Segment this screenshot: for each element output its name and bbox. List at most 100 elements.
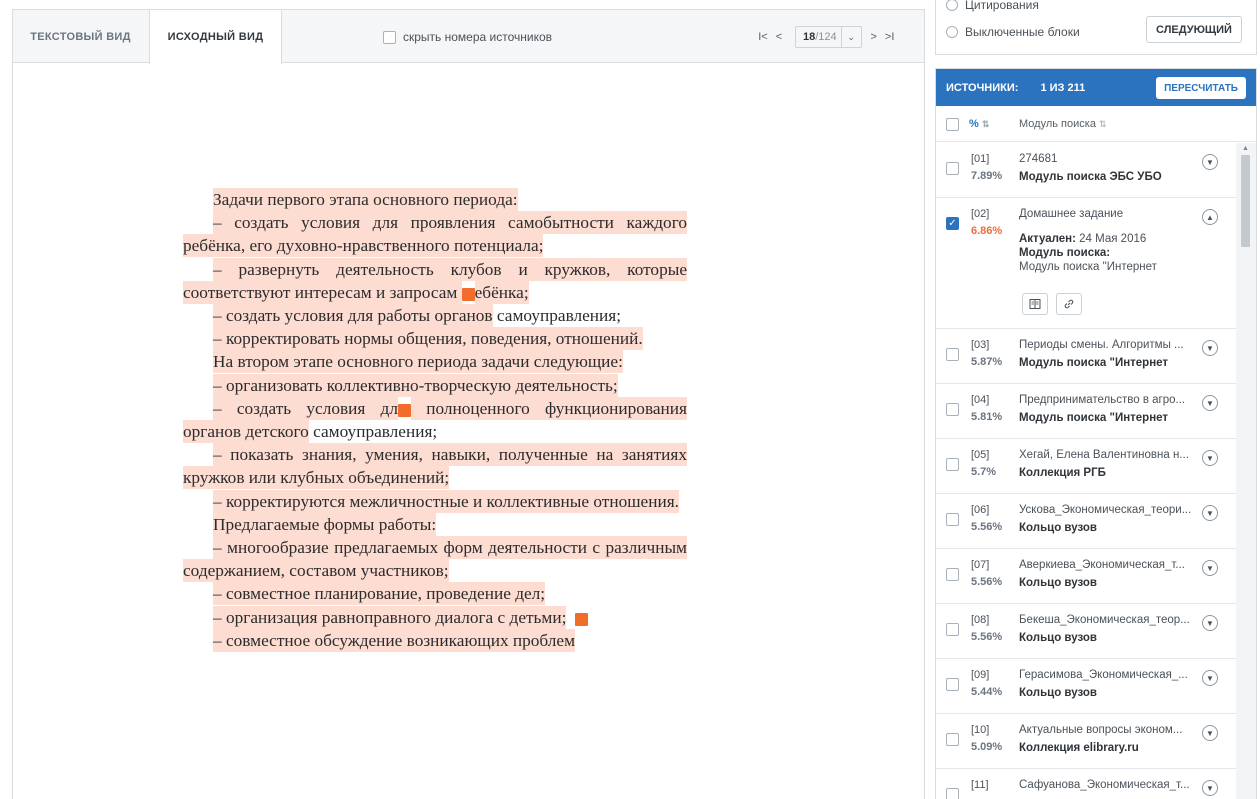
doc-paragraph: – корректировать нормы общения, поведени… [183, 327, 687, 351]
doc-paragraph: На втором этапе основного периода задачи… [183, 350, 687, 374]
select-all-checkbox[interactable] [946, 118, 959, 131]
radio-circle[interactable] [946, 26, 958, 38]
chevron-down-icon[interactable]: ▼ [1202, 725, 1218, 741]
highlighted-text[interactable]: На втором этапе основного периода задачи… [213, 350, 623, 374]
book-icon[interactable] [1022, 293, 1048, 315]
last-page-button[interactable]: >I [882, 31, 898, 43]
source-title[interactable]: Бекеша_Экономическая_теор... [1019, 614, 1197, 626]
page-select[interactable]: 18/124 ⌄ [795, 26, 862, 48]
source-checkbox[interactable] [946, 733, 959, 746]
radio-citations[interactable]: Цитирования [946, 0, 1039, 12]
prev-page-button[interactable]: < [771, 31, 787, 43]
radio-circle[interactable] [946, 0, 958, 11]
chevron-down-icon[interactable]: ⌄ [840, 27, 861, 47]
source-item[interactable]: [08] 5.56% Бекеша_Экономическая_теор... … [936, 604, 1236, 659]
hide-source-numbers-toggle[interactable]: скрыть номера источников [383, 30, 552, 44]
source-checkbox[interactable] [946, 458, 959, 471]
source-title[interactable]: Актуальные вопросы эконом... [1019, 724, 1197, 736]
chevron-down-icon[interactable]: ▼ [1202, 395, 1218, 411]
sources-column-header: % ⇅ Модуль поиска ⇅ [936, 106, 1256, 142]
highlighted-text[interactable]: Предлагаемые формы работы: [213, 512, 437, 536]
source-item[interactable]: [11] Сафуанова_Экономическая_т... ▼ [936, 769, 1236, 799]
first-page-button[interactable]: I< [755, 31, 771, 43]
chevron-down-icon[interactable]: ▼ [1202, 505, 1218, 521]
module-column-sort[interactable]: Модуль поиска ⇅ [1019, 118, 1107, 130]
source-marker-2[interactable]: 2 [397, 403, 433, 417]
link-icon[interactable] [1056, 293, 1082, 315]
source-module: Кольцо вузов [1019, 632, 1097, 644]
source-checkbox[interactable] [946, 513, 959, 526]
source-item[interactable]: [07] 5.56% Аверкиева_Экономическая_т... … [936, 549, 1236, 604]
source-percent: 5.44% [971, 686, 1003, 698]
highlighted-text[interactable]: – создать условия для работы органов [213, 304, 493, 328]
source-item[interactable]: [09] 5.44% Герасимова_Экономическая_... … [936, 659, 1236, 714]
document-viewer: ТЕКСТОВЫЙ ВИД ИСХОДНЫЙ ВИД скрыть номера… [12, 9, 925, 799]
current-page: 18 [803, 31, 816, 43]
highlighted-text[interactable]: – создать условия дл [213, 396, 398, 420]
source-marker-2[interactable]: 2 [461, 287, 497, 301]
chevron-down-icon[interactable]: ▼ [1202, 340, 1218, 356]
document-canvas: Задачи первого этапа основного периода: … [13, 64, 924, 799]
highlighted-text[interactable]: – совместное планирование, проведение де… [213, 582, 546, 606]
highlighted-text[interactable]: – корректировать нормы общения, поведени… [213, 327, 643, 351]
source-checkbox[interactable] [946, 788, 959, 799]
source-item[interactable]: [05] 5.7% Хегай, Елена Валентиновна н...… [936, 439, 1236, 494]
chevron-down-icon[interactable]: ▼ [1202, 780, 1218, 796]
source-title[interactable]: 274681 [1019, 153, 1197, 165]
source-checkbox-checked[interactable]: ✓ [946, 217, 959, 230]
tab-text-view[interactable]: ТЕКСТОВЫЙ ВИД [13, 10, 148, 63]
tab-source-view[interactable]: ИСХОДНЫЙ ВИД [149, 10, 282, 64]
sources-scrollbar[interactable]: ▲ [1236, 143, 1256, 799]
source-item[interactable]: [04] 5.81% Предпринимательство в агро...… [936, 384, 1236, 439]
chevron-down-icon[interactable]: ▼ [1202, 615, 1218, 631]
next-page-button[interactable]: > [866, 31, 882, 43]
scroll-up-icon[interactable]: ▲ [1242, 145, 1249, 152]
highlighted-text[interactable]: – показать знания, умения, навыки, получ… [183, 443, 687, 490]
radio-excluded-blocks[interactable]: Выключенные блоки [946, 25, 1080, 39]
source-checkbox[interactable] [946, 623, 959, 636]
source-checkbox[interactable] [946, 403, 959, 416]
source-module: Модуль поиска "Интернет [1019, 357, 1169, 369]
source-item[interactable]: [03] 5.87% Периоды смены. Алгоритмы ... … [936, 329, 1236, 384]
source-title[interactable]: Периоды смены. Алгоритмы ... [1019, 339, 1197, 351]
highlighted-text[interactable]: – организовать коллективно-творческую де… [213, 373, 618, 397]
highlighted-text[interactable]: – корректируются межличностные и коллект… [213, 489, 679, 513]
source-title[interactable]: Хегай, Елена Валентиновна н... [1019, 449, 1197, 461]
source-marker-2[interactable]: 2 [575, 612, 610, 626]
source-item[interactable]: [01] 7.89% 274681 Модуль поиска ЭБС УБО … [936, 143, 1236, 198]
highlighted-text[interactable]: – создать условия для проявления самобыт… [183, 211, 687, 258]
source-item[interactable]: [10] 5.09% Актуальные вопросы эконом... … [936, 714, 1236, 769]
chevron-down-icon[interactable]: ▼ [1202, 450, 1218, 466]
highlighted-text[interactable]: – совместное обсуждение возникающих проб… [213, 628, 576, 652]
highlighted-text[interactable]: – организация равноправного диалога с де… [213, 605, 567, 629]
hide-source-numbers-checkbox[interactable] [383, 30, 396, 44]
chevron-down-icon[interactable]: ▼ [1202, 670, 1218, 686]
highlighted-text[interactable]: Задачи первого этапа основного периода: [213, 188, 518, 211]
source-checkbox[interactable] [946, 348, 959, 361]
source-item-expanded[interactable]: ✓ [02] 6.86% Домашнее задание ▲ Актуален… [936, 198, 1236, 329]
source-title[interactable]: Герасимова_Экономическая_... [1019, 669, 1197, 681]
highlighted-text[interactable]: – многообразие предлагаемых форм деятель… [183, 536, 687, 583]
source-title[interactable]: Домашнее задание [1019, 208, 1197, 220]
source-checkbox[interactable] [946, 568, 959, 581]
module-column-label: Модуль поиска [1019, 118, 1096, 130]
source-title[interactable]: Ускова_Экономическая_теори... [1019, 504, 1197, 516]
source-details: Актуален: 24 Мая 2016 Модуль поиска: Мод… [1019, 232, 1219, 274]
source-item[interactable]: [06] 5.56% Ускова_Экономическая_теори...… [936, 494, 1236, 549]
next-button[interactable]: СЛЕДУЮЩИЙ [1146, 16, 1242, 43]
source-module: Коллекция РГБ [1019, 467, 1106, 479]
chevron-up-icon[interactable]: ▲ [1202, 209, 1218, 225]
source-title[interactable]: Предпринимательство в агро... [1019, 394, 1197, 406]
source-checkbox[interactable] [946, 162, 959, 175]
highlighted-text[interactable]: – развернуть деятельность клубов и кружк… [183, 257, 687, 304]
highlighted-text[interactable]: ебёнка; [474, 280, 529, 304]
chevron-down-icon[interactable]: ▼ [1202, 154, 1218, 170]
sources-count: 1 ИЗ 211 [1040, 81, 1086, 94]
scrollbar-thumb[interactable] [1241, 155, 1250, 247]
source-checkbox[interactable] [946, 678, 959, 691]
source-title[interactable]: Аверкиева_Экономическая_т... [1019, 559, 1197, 571]
source-title[interactable]: Сафуанова_Экономическая_т... [1019, 779, 1197, 791]
recalculate-button[interactable]: ПЕРЕСЧИТАТЬ [1156, 77, 1246, 99]
percent-column-sort[interactable]: % ⇅ [969, 118, 989, 130]
chevron-down-icon[interactable]: ▼ [1202, 560, 1218, 576]
